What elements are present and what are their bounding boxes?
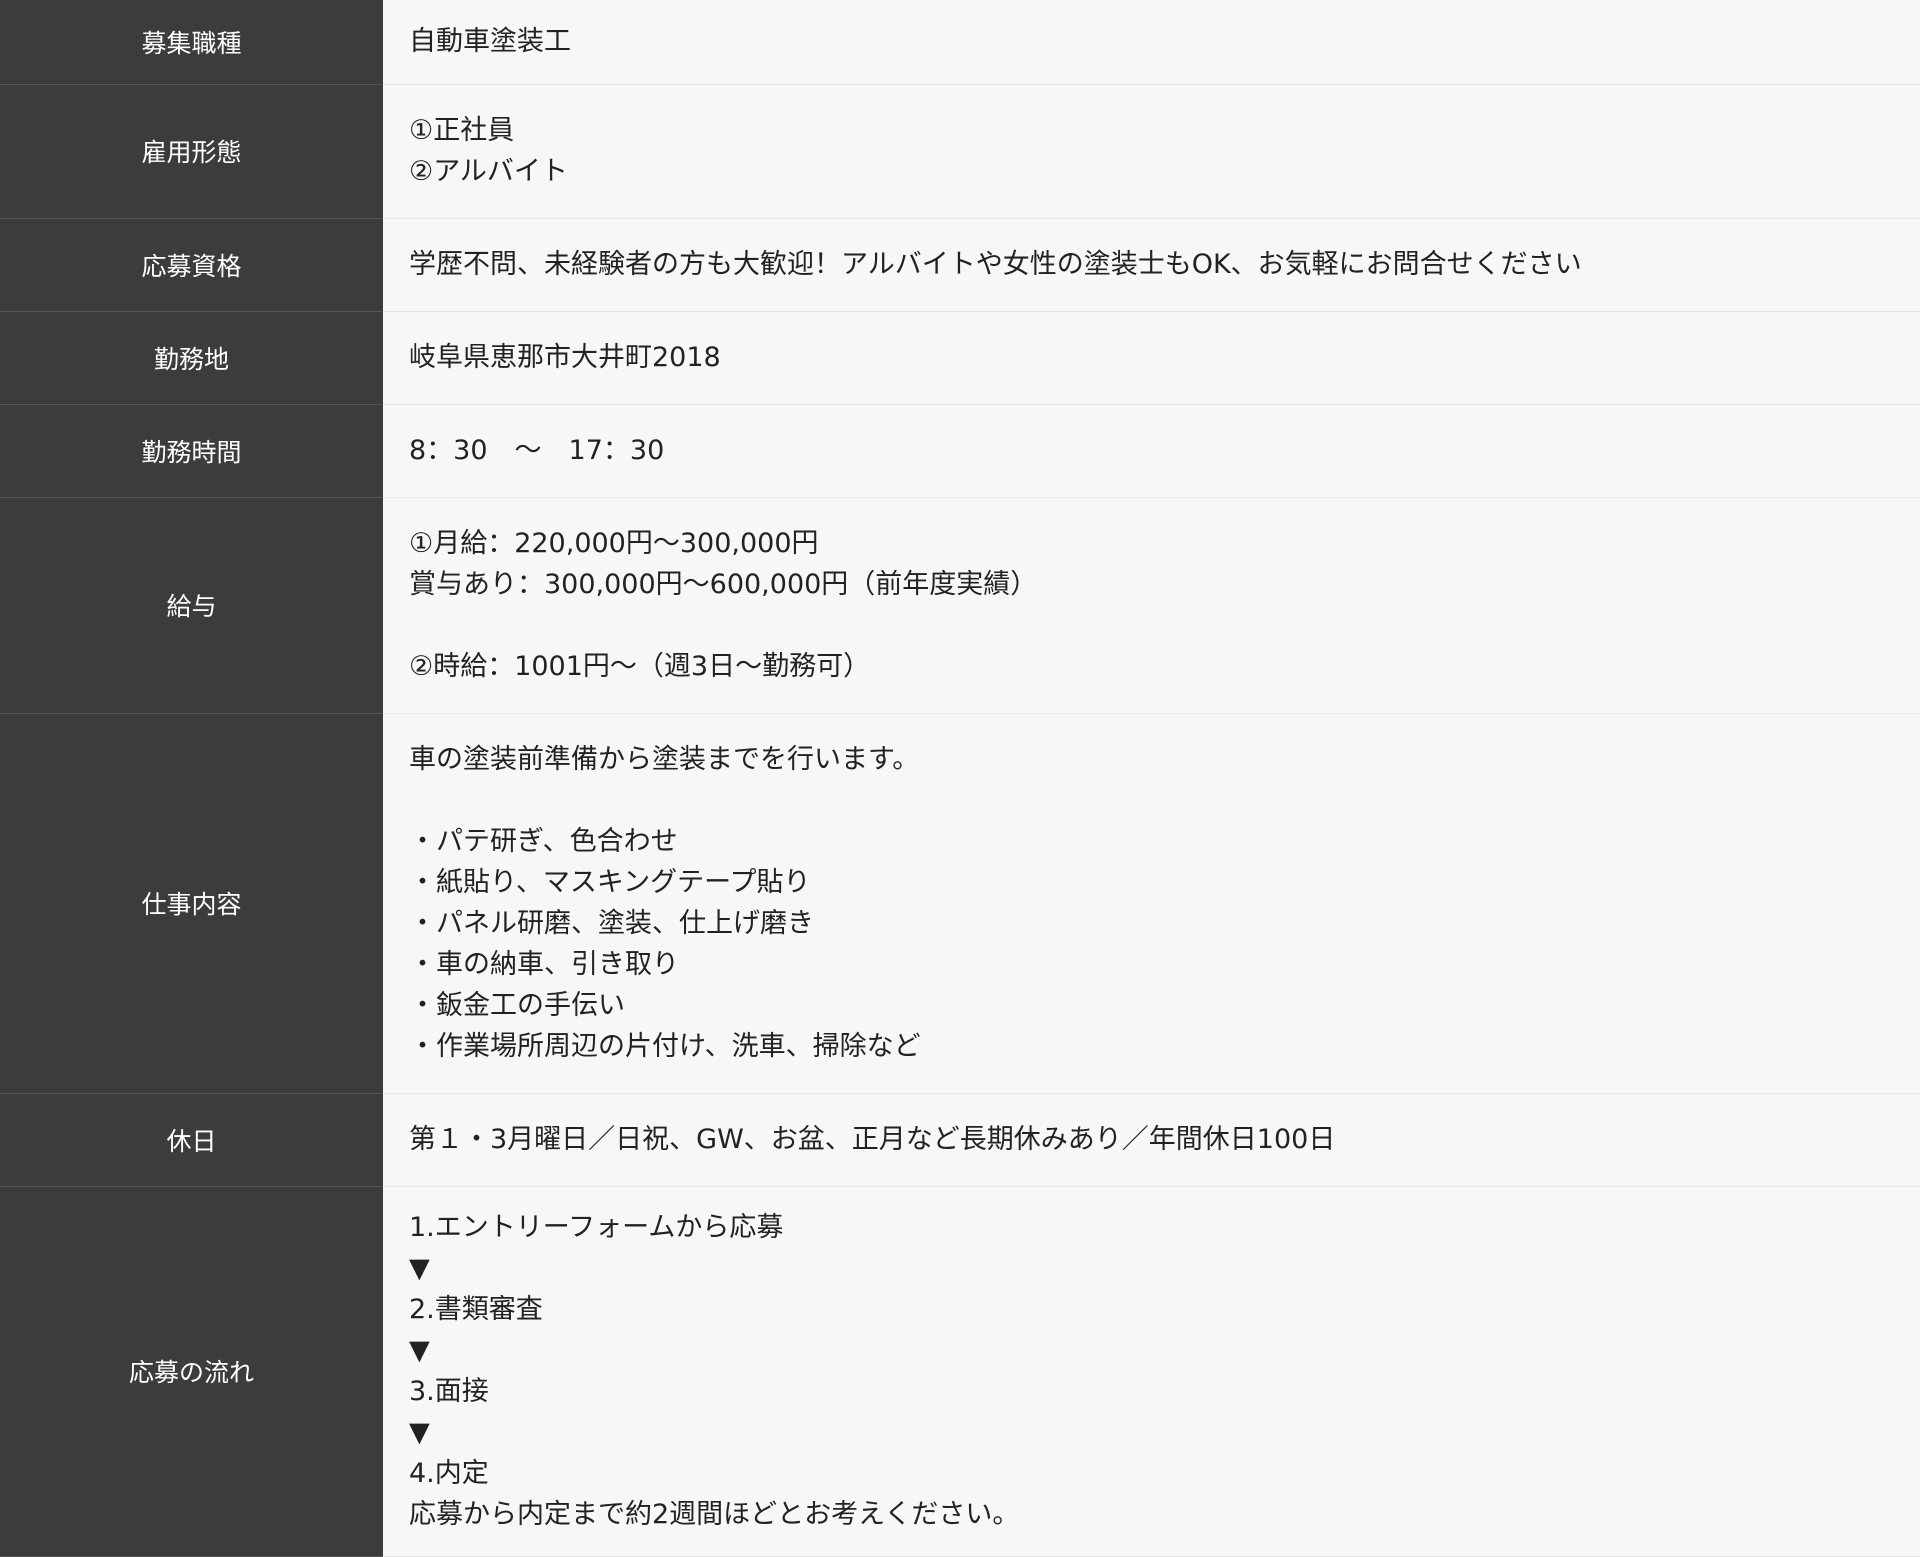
value-line: ・車の納車、引き取り <box>409 949 679 980</box>
value-application-flow: 1.エントリーフォームから応募 ▼ 2.書類審査 ▼ 3.面接 ▼ 4.内定 応… <box>383 1186 1920 1557</box>
value-line: ・作業場所周辺の片付け、洗車、掃除など <box>409 1031 921 1062</box>
value-line <box>409 605 1894 646</box>
row-work-location: 勤務地 岐阜県恵那市大井町2018 <box>0 311 1920 405</box>
row-job-type: 募集職種 自動車塗装工 <box>0 0 1920 85</box>
label-salary: 給与 <box>0 497 383 714</box>
value-line: 8：30 ～ 17：30 <box>409 435 665 466</box>
value-job-type: 自動車塗装工 <box>383 0 1920 85</box>
value-line: 3.面接 <box>409 1376 489 1407</box>
label-job-type: 募集職種 <box>0 0 383 85</box>
label-employment-type: 雇用形態 <box>0 84 383 219</box>
row-job-description: 仕事内容 車の塗装前準備から塗装までを行います。 ・パテ研ぎ、色合わせ ・紙貼り… <box>0 713 1920 1094</box>
row-holidays: 休日 第１・3月曜日／日祝、GW、お盆、正月など長期休みあり／年間休日100日 <box>0 1093 1920 1187</box>
value-line: ①月給：220,000円～300,000円 <box>409 528 819 559</box>
row-employment-type: 雇用形態 ①正社員 ②アルバイト <box>0 84 1920 219</box>
value-work-hours: 8：30 ～ 17：30 <box>383 404 1920 498</box>
value-line: ①正社員 <box>409 115 515 146</box>
label-work-hours: 勤務時間 <box>0 404 383 498</box>
value-work-location: 岐阜県恵那市大井町2018 <box>383 311 1920 405</box>
value-line: 応募から内定まで約2週間ほどとお考えください。 <box>409 1499 1020 1530</box>
value-line: 第１・3月曜日／日祝、GW、お盆、正月など長期休みあり／年間休日100日 <box>409 1124 1336 1155</box>
value-line: ・鈑金工の手伝い <box>409 990 625 1021</box>
label-application-flow: 応募の流れ <box>0 1186 383 1557</box>
value-qualifications: 学歴不問、未経験者の方も大歓迎！アルバイトや女性の塗装士もOK、お気軽にお問合せ… <box>383 218 1920 312</box>
label-work-location: 勤務地 <box>0 311 383 405</box>
down-arrow-icon: ▼ <box>409 1417 430 1448</box>
value-line: 2.書類審査 <box>409 1294 543 1325</box>
value-job-description: 車の塗装前準備から塗装までを行います。 ・パテ研ぎ、色合わせ ・紙貼り、マスキン… <box>383 713 1920 1094</box>
value-holidays: 第１・3月曜日／日祝、GW、お盆、正月など長期休みあり／年間休日100日 <box>383 1093 1920 1187</box>
value-line: 岐阜県恵那市大井町2018 <box>409 342 721 373</box>
row-application-flow: 応募の流れ 1.エントリーフォームから応募 ▼ 2.書類審査 ▼ 3.面接 ▼ … <box>0 1186 1920 1557</box>
down-arrow-icon: ▼ <box>409 1253 430 1284</box>
value-line: ②時給：1001円～（週3日～勤務可） <box>409 651 871 682</box>
value-line: ②アルバイト <box>409 156 568 187</box>
value-line: 自動車塗装工 <box>409 26 571 58</box>
row-qualifications: 応募資格 学歴不問、未経験者の方も大歓迎！アルバイトや女性の塗装士もOK、お気軽… <box>0 218 1920 312</box>
label-holidays: 休日 <box>0 1093 383 1187</box>
job-details-table: 募集職種 自動車塗装工 雇用形態 ①正社員 ②アルバイト 応募資格 学歴不問、未… <box>0 0 1920 1557</box>
label-qualifications: 応募資格 <box>0 218 383 312</box>
row-work-hours: 勤務時間 8：30 ～ 17：30 <box>0 404 1920 498</box>
value-line: 4.内定 <box>409 1458 489 1489</box>
label-job-description: 仕事内容 <box>0 713 383 1094</box>
value-line: 車の塗装前準備から塗装までを行います。 <box>409 744 920 775</box>
value-line: ・パテ研ぎ、色合わせ <box>409 826 678 857</box>
value-line: ・パネル研磨、塗装、仕上げ磨き <box>409 908 814 939</box>
down-arrow-icon: ▼ <box>409 1335 430 1366</box>
value-line: 1.エントリーフォームから応募 <box>409 1212 784 1243</box>
value-line: ・紙貼り、マスキングテープ貼り <box>409 867 811 898</box>
value-line: 賞与あり：300,000円～600,000円（前年度実績） <box>409 569 1038 600</box>
row-salary: 給与 ①月給：220,000円～300,000円 賞与あり：300,000円～6… <box>0 497 1920 714</box>
value-line <box>409 780 1894 821</box>
value-line: 学歴不問、未経験者の方も大歓迎！アルバイトや女性の塗装士もOK、お気軽にお問合せ… <box>409 249 1582 280</box>
value-employment-type: ①正社員 ②アルバイト <box>383 84 1920 219</box>
value-salary: ①月給：220,000円～300,000円 賞与あり：300,000円～600,… <box>383 497 1920 714</box>
